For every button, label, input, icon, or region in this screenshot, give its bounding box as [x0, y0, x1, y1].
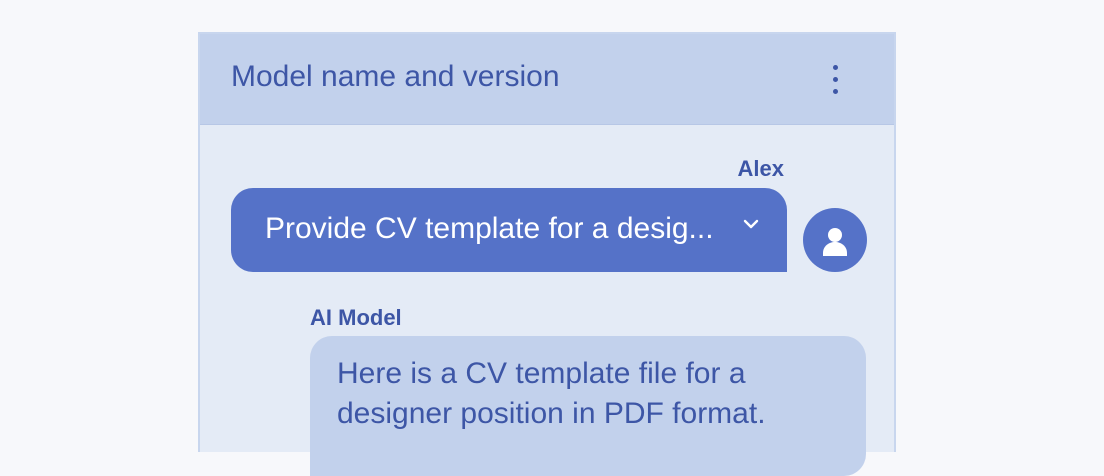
ai-message-text: Here is a CV template file for a designe… — [337, 357, 766, 430]
chat-panel: Model name and version Alex Provide CV t… — [198, 32, 896, 476]
chat-title: Model name and version — [231, 60, 560, 93]
more-options-button[interactable] — [818, 62, 852, 96]
user-message-bubble[interactable]: Provide CV template for a desig... — [231, 188, 787, 272]
ai-message-bubble: Here is a CV template file for a designe… — [310, 336, 866, 476]
avatar — [803, 208, 867, 272]
user-message-text: Provide CV template for a desig... — [265, 212, 714, 245]
person-icon — [823, 228, 847, 256]
user-sender-name: Alex — [737, 156, 784, 181]
ai-sender-name: AI Model — [310, 305, 402, 330]
chevron-down-icon[interactable] — [739, 212, 763, 236]
chat-header: Model name and version — [200, 34, 894, 125]
more-vert-icon — [833, 65, 838, 70]
